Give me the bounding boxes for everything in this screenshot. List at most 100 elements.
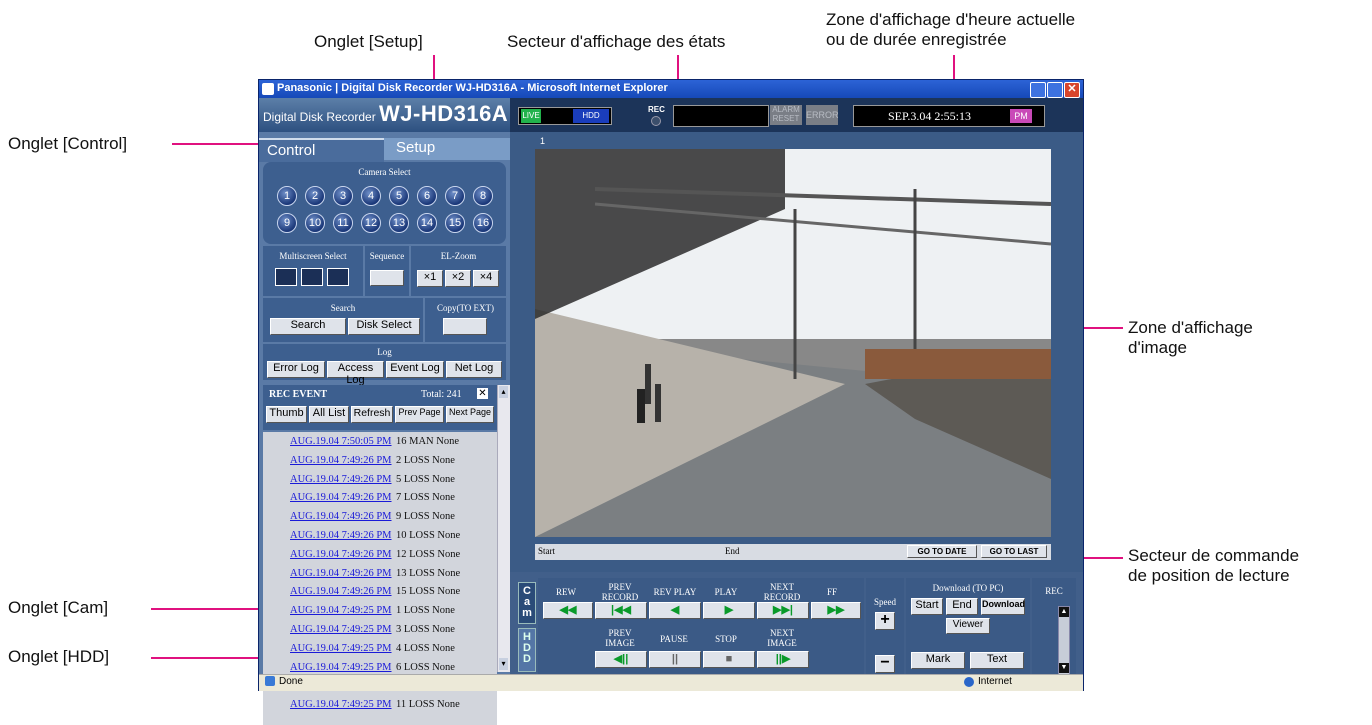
event-scrollbar[interactable]: ▴ ▾ [497, 385, 510, 672]
alarm-reset-button[interactable]: ALARM RESET [770, 105, 802, 125]
all-list-button[interactable]: All List [309, 406, 349, 423]
sequence-panel: Sequence [365, 246, 409, 296]
tab-hdd[interactable]: HDD [518, 628, 536, 672]
camera-button-12[interactable]: 12 [361, 213, 381, 233]
event-date-link[interactable]: AUG.19.04 7:49:26 PM [290, 586, 392, 597]
download-end-button[interactable]: End [946, 598, 978, 615]
split16-icon[interactable] [327, 268, 349, 286]
access-log-button[interactable]: Access Log [327, 361, 384, 386]
event-date-link[interactable]: AUG.19.04 7:49:25 PM [290, 699, 392, 710]
event-date-link[interactable]: AUG.19.04 7:49:25 PM [290, 605, 392, 616]
close-list-icon[interactable]: ✕ [477, 388, 488, 399]
rev-play-button[interactable]: ◀ [649, 602, 701, 619]
camera-button-3[interactable]: 3 [333, 186, 353, 206]
download-start-button[interactable]: Start [911, 598, 943, 615]
page-icon [265, 676, 275, 686]
event-date-link[interactable]: AUG.19.04 7:49:26 PM [290, 568, 392, 579]
net-log-button[interactable]: Net Log [446, 361, 502, 378]
camera-button-10[interactable]: 10 [305, 213, 325, 233]
event-log-button[interactable]: Event Log [386, 361, 444, 378]
event-info: 2 LOSS None [396, 454, 455, 466]
disk-select-button[interactable]: Disk Select [348, 318, 420, 335]
camera-button-15[interactable]: 15 [445, 213, 465, 233]
split9-icon[interactable] [301, 268, 323, 286]
event-date-link[interactable]: AUG.19.04 7:49:26 PM [290, 455, 392, 466]
camera-button-8[interactable]: 8 [473, 186, 493, 206]
rec-scrollbar[interactable]: ▲ ▼ [1058, 606, 1070, 676]
event-date-link[interactable]: AUG.19.04 7:49:26 PM [290, 549, 392, 560]
camera-button-16[interactable]: 16 [473, 213, 493, 233]
close-icon[interactable]: ✕ [1064, 82, 1080, 98]
globe-icon [964, 677, 974, 687]
viewer-button[interactable]: Viewer [946, 618, 990, 634]
product-small: Digital Disk Recorder [263, 110, 376, 124]
go-to-date-button[interactable]: GO TO DATE [907, 545, 977, 558]
camera-select-title: Camera Select [358, 167, 411, 177]
split4-icon[interactable] [275, 268, 297, 286]
prev-record-label: PREV RECORD [601, 582, 639, 602]
text-button[interactable]: Text [970, 652, 1024, 669]
copy-button[interactable] [443, 318, 487, 335]
camera-button-7[interactable]: 7 [445, 186, 465, 206]
callout-control-tab: Onglet [Control] [8, 134, 128, 153]
speed-plus-button[interactable]: + [875, 612, 895, 630]
scroll-down-icon[interactable]: ▾ [499, 658, 508, 670]
camera-button-4[interactable]: 4 [361, 186, 381, 206]
go-to-last-button[interactable]: GO TO LAST [981, 545, 1047, 558]
maximize-icon[interactable] [1047, 82, 1063, 98]
camera-button-5[interactable]: 5 [389, 186, 409, 206]
sequence-button[interactable] [370, 270, 404, 286]
camera-image[interactable] [535, 149, 1051, 537]
next-record-button[interactable]: ▶▶| [757, 602, 809, 619]
tab-cam-label: Cam [522, 585, 532, 619]
list-item: AUG.19.04 7:49:26 PM 10 LOSS None [263, 530, 493, 543]
event-date-link[interactable]: AUG.19.04 7:49:25 PM [290, 662, 392, 673]
speed-minus-button[interactable]: − [875, 655, 895, 673]
prev-record-button[interactable]: |◀◀ [595, 602, 647, 619]
zoom-x4-button[interactable]: ×4 [473, 270, 499, 287]
pause-button[interactable]: || [649, 651, 701, 668]
stop-button[interactable]: ■ [703, 651, 755, 668]
search-button[interactable]: Search [270, 318, 346, 335]
camera-button-13[interactable]: 13 [389, 213, 409, 233]
prev-page-button[interactable]: Prev Page [395, 406, 444, 423]
event-date-link[interactable]: AUG.19.04 7:49:26 PM [290, 511, 392, 522]
tab-setup[interactable]: Setup [384, 138, 510, 160]
error-log-button[interactable]: Error Log [267, 361, 325, 378]
current-datetime: SEP.3.04 2:55:13 [888, 109, 972, 123]
tab-control[interactable]: Control [259, 138, 384, 162]
camera-button-2[interactable]: 2 [305, 186, 325, 206]
thumb-button[interactable]: Thumb [266, 406, 307, 423]
camera-button-1[interactable]: 1 [277, 186, 297, 206]
next-image-button[interactable]: ||▶ [757, 651, 809, 668]
minimize-icon[interactable] [1030, 82, 1046, 98]
next-page-button[interactable]: Next Page [446, 406, 494, 423]
rec-scroll-down-icon[interactable]: ▼ [1059, 663, 1069, 673]
rew-button[interactable]: ◀◀ [543, 602, 593, 619]
event-info: 9 LOSS None [396, 511, 455, 523]
ff-button[interactable]: ▶▶ [811, 602, 861, 619]
camera-button-14[interactable]: 14 [417, 213, 437, 233]
prev-image-button[interactable]: ◀|| [595, 651, 647, 668]
zoom-x2-button[interactable]: ×2 [445, 270, 471, 287]
download-button[interactable]: Download [981, 598, 1025, 615]
zoom-x1-button[interactable]: ×1 [417, 270, 443, 287]
event-date-link[interactable]: AUG.19.04 7:49:25 PM [290, 643, 392, 654]
play-button[interactable]: ▶ [703, 602, 755, 619]
list-item: AUG.19.04 7:49:26 PM 7 LOSS None [263, 492, 493, 505]
event-date-link[interactable]: AUG.19.04 7:49:26 PM [290, 474, 392, 485]
playback-position-bar[interactable]: Start End GO TO DATE GO TO LAST [535, 544, 1051, 560]
event-date-link[interactable]: AUG.19.04 7:49:25 PM [290, 624, 392, 635]
camera-button-9[interactable]: 9 [277, 213, 297, 233]
refresh-button[interactable]: Refresh [351, 406, 393, 423]
tab-cam[interactable]: Cam [518, 582, 536, 624]
scroll-up-icon[interactable]: ▴ [499, 386, 508, 398]
mark-button[interactable]: Mark [911, 652, 965, 669]
event-date-link[interactable]: AUG.19.04 7:49:26 PM [290, 530, 392, 541]
event-date-link[interactable]: AUG.19.04 7:49:26 PM [290, 492, 392, 503]
live-hdd-box: LIVE HDD [518, 107, 612, 125]
rec-scroll-up-icon[interactable]: ▲ [1059, 607, 1069, 617]
camera-button-6[interactable]: 6 [417, 186, 437, 206]
event-date-link[interactable]: AUG.19.04 7:50:05 PM [290, 436, 392, 447]
camera-button-11[interactable]: 11 [333, 213, 353, 233]
